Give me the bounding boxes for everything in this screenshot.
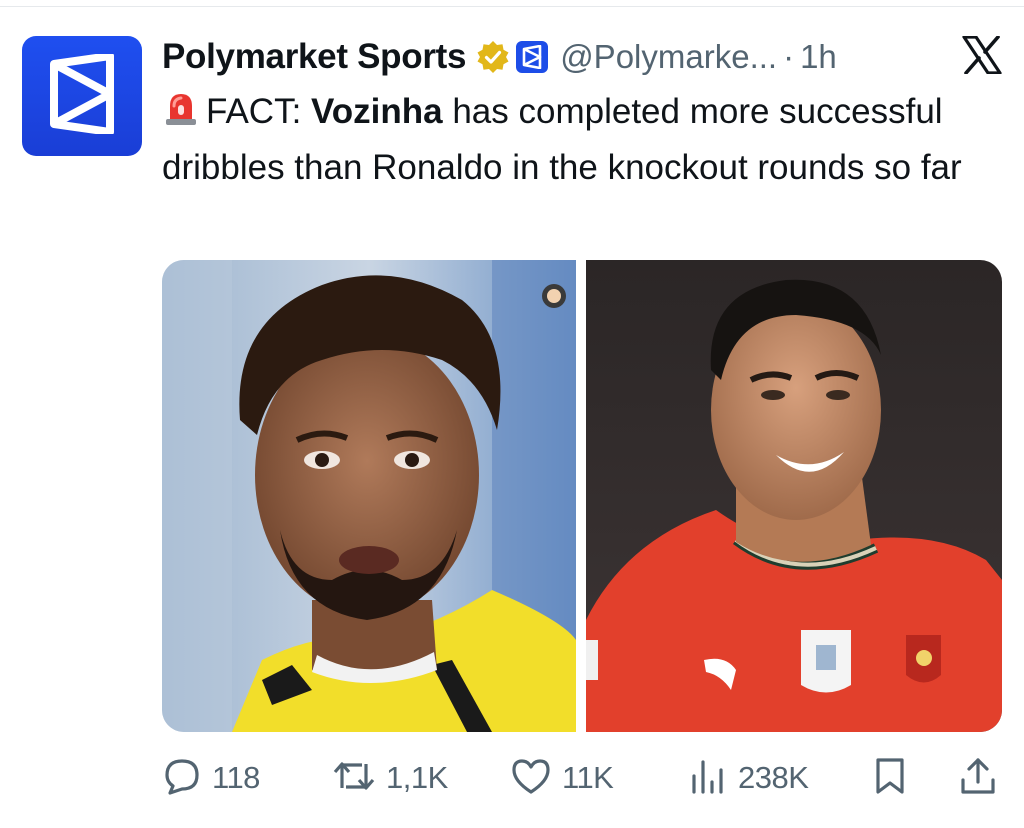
tweet-media[interactable] xyxy=(162,260,1002,732)
tweet-text-prefix: FACT: xyxy=(206,92,312,131)
reply-count: 118 xyxy=(212,760,260,795)
author-handle[interactable]: @Polymarke... xyxy=(560,38,777,76)
photo-goalkeeper[interactable] xyxy=(162,260,576,732)
x-logo-icon xyxy=(962,35,1002,79)
separator-dot: · xyxy=(783,38,795,75)
views-count: 238K xyxy=(738,760,809,795)
bookmark-button[interactable] xyxy=(872,754,908,802)
repost-button[interactable]: 1,1K xyxy=(332,754,448,802)
action-bar: 118 1,1K 11K 238K xyxy=(162,754,1002,802)
reply-icon xyxy=(162,756,202,801)
share-button[interactable] xyxy=(958,754,998,802)
repost-count: 1,1K xyxy=(386,760,448,795)
verified-badge-icon[interactable] xyxy=(476,40,510,74)
views-icon xyxy=(688,756,728,801)
polymarket-logo-icon xyxy=(46,51,118,139)
repost-icon xyxy=(332,756,376,801)
author-avatar[interactable] xyxy=(22,36,142,156)
post-time[interactable]: 1h xyxy=(800,38,837,76)
author-name[interactable]: Polymarket Sports xyxy=(162,37,466,77)
tweet-header: Polymarket Sports @Polymarke... · 1h xyxy=(162,30,1002,84)
tweet-text-bold: Vozinha xyxy=(311,92,443,131)
like-count: 11K xyxy=(562,760,614,795)
share-icon xyxy=(958,756,998,801)
bookmark-icon xyxy=(872,756,908,801)
like-button[interactable]: 11K xyxy=(510,754,614,802)
views-button[interactable]: 238K xyxy=(688,754,809,802)
reply-button[interactable]: 118 xyxy=(162,754,260,802)
tweet-text: FACT: Vozinha has completed more success… xyxy=(162,86,962,194)
siren-emoji-icon xyxy=(162,89,200,142)
affiliate-badge-icon[interactable] xyxy=(516,41,549,73)
photo-ronaldo[interactable] xyxy=(586,260,1002,732)
like-icon xyxy=(510,756,552,801)
top-divider xyxy=(0,6,1024,7)
